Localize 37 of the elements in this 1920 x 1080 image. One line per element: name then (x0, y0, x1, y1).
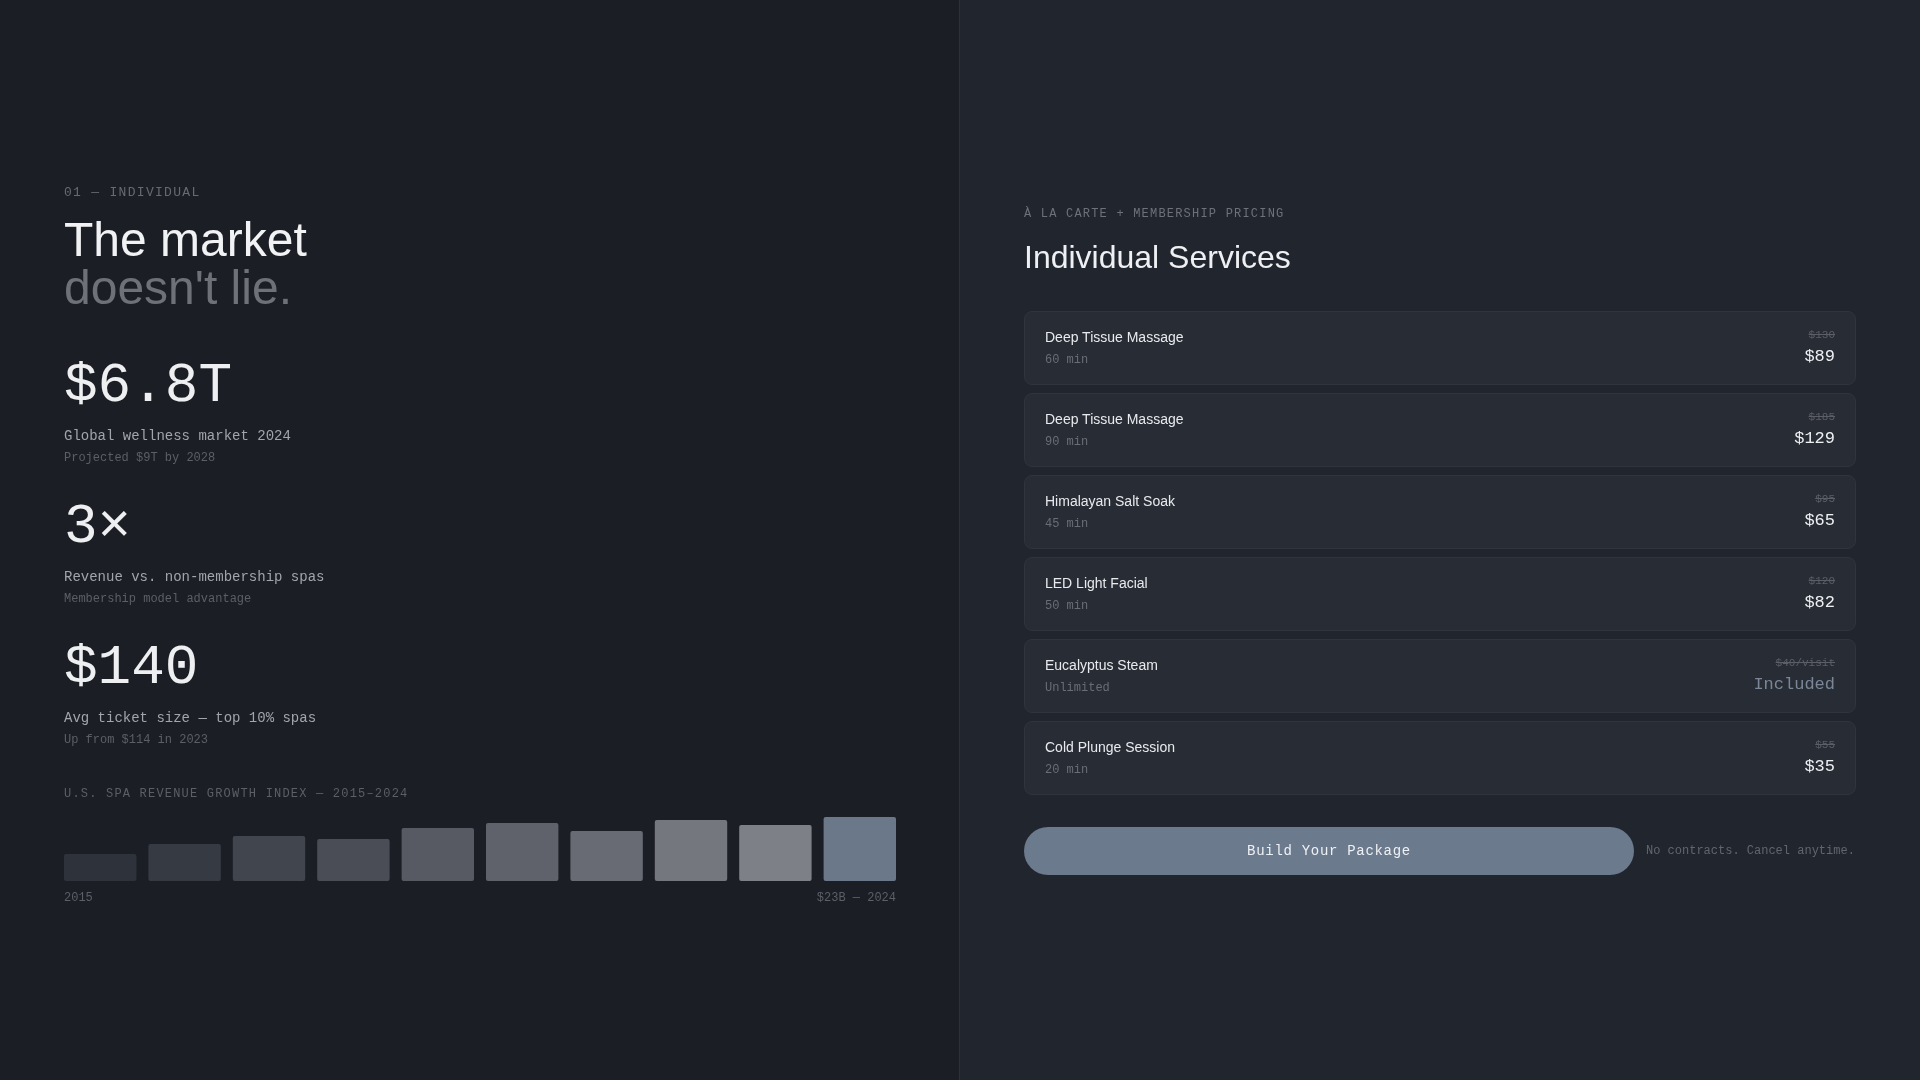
service-duration: 50 min (1045, 598, 1090, 615)
build-package-button[interactable]: Build Your Package (1024, 827, 1634, 875)
service-duration: Unlimited (1045, 680, 1111, 697)
headline: doesn't lie. (64, 264, 293, 313)
footnote: No contracts. Cancel anytime. (1646, 843, 1855, 860)
headline: The market (64, 216, 308, 265)
service-name: Eucalyptus Steam (1045, 656, 1158, 675)
axis-label: 2015 (64, 890, 93, 908)
price: $129 (1794, 427, 1835, 450)
axis-label: $23B — 2024 (816, 890, 896, 908)
stat-note: Membership model advantage (64, 591, 253, 609)
chart-title: U.S. SPA REVENUE GROWTH INDEX — 2015–2024 (64, 786, 410, 804)
stat-value: 3× (64, 497, 133, 558)
price: $89 (1804, 345, 1835, 368)
included-label: Included (1753, 673, 1835, 696)
section-label: À LA CARTE + MEMBERSHIP PRICING (1024, 205, 1286, 223)
stat-note: Projected $9T by 2028 (64, 450, 217, 468)
service-duration: 45 min (1045, 516, 1090, 533)
service-name: Deep Tissue Massage (1045, 410, 1184, 429)
service-name: Himalayan Salt Soak (1045, 492, 1175, 511)
stat-note: Up from $114 in 2023 (64, 732, 210, 750)
stat-label: Revenue vs. non-membership spas (64, 568, 326, 588)
stat-value: $140 (64, 638, 200, 699)
price: $35 (1804, 755, 1835, 778)
price: $82 (1804, 591, 1835, 614)
service-duration: 60 min (1045, 352, 1090, 369)
service-duration: 90 min (1045, 434, 1090, 451)
stat-value: $6.8T (64, 356, 234, 417)
stat-label: Avg ticket size — top 10% spas (64, 709, 318, 729)
service-name: Cold Plunge Session (1045, 738, 1175, 757)
service-duration: 20 min (1045, 762, 1090, 779)
service-name: LED Light Facial (1045, 574, 1148, 593)
service-name: Deep Tissue Massage (1045, 328, 1184, 347)
price: $65 (1804, 509, 1835, 532)
section-label: 01 — INDIVIDUAL (64, 183, 202, 202)
stat-label: Global wellness market 2024 (64, 427, 292, 447)
section-title: Individual Services (1024, 238, 1292, 277)
